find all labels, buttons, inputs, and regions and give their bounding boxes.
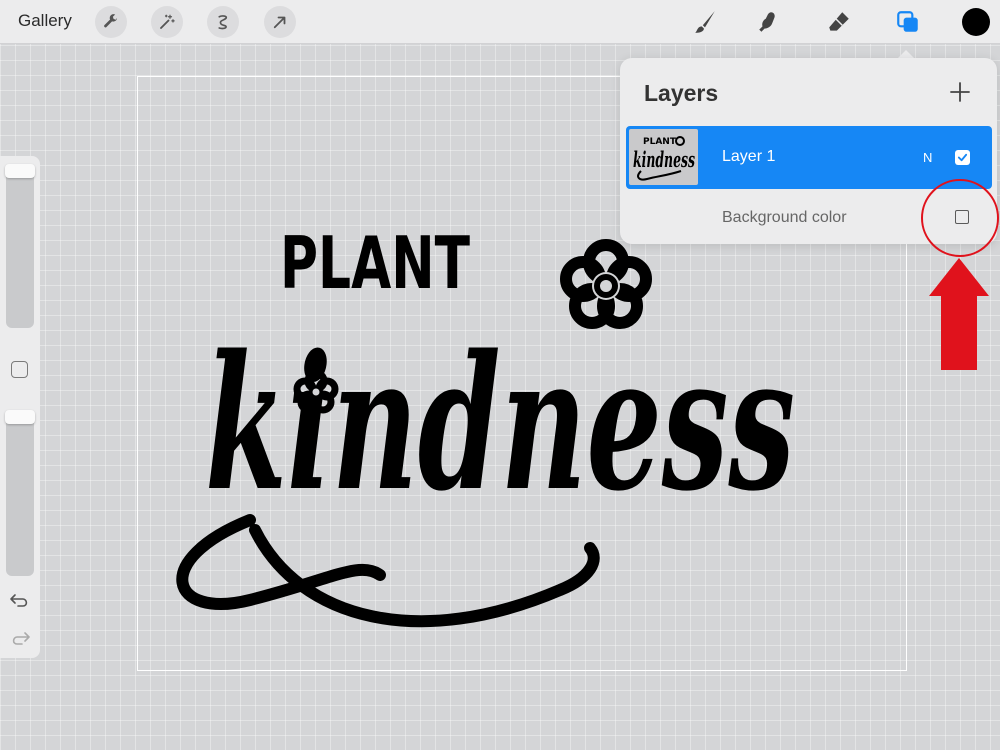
layers-panel-title: Layers [644, 80, 719, 106]
thumb-plant-text: PLANT [643, 137, 677, 147]
blend-mode-button[interactable]: N [923, 150, 932, 165]
background-color-label: Background color [722, 209, 847, 226]
artwork-swash [176, 514, 600, 628]
artwork-plant-text: PLANT [280, 221, 470, 305]
background-visibility-checkbox[interactable] [955, 210, 969, 224]
artwork-kindness-text: kindness [205, 314, 795, 532]
layer-name: Layer 1 [722, 148, 776, 165]
big-flower-icon [560, 239, 652, 329]
layer-row-layer-1[interactable]: PLANT kindness Layer 1 N [626, 126, 992, 189]
layer-visibility-checkbox[interactable] [955, 150, 970, 165]
layer-thumbnail: PLANT kindness [629, 129, 698, 185]
thumb-kindness-text: kindness [633, 147, 695, 172]
check-icon [957, 153, 968, 162]
plus-icon[interactable] [948, 80, 972, 104]
layers-panel: Layers PLANT kindness Layer 1 N Backgrou… [620, 58, 997, 244]
background-color-row[interactable]: Background color [626, 189, 992, 244]
